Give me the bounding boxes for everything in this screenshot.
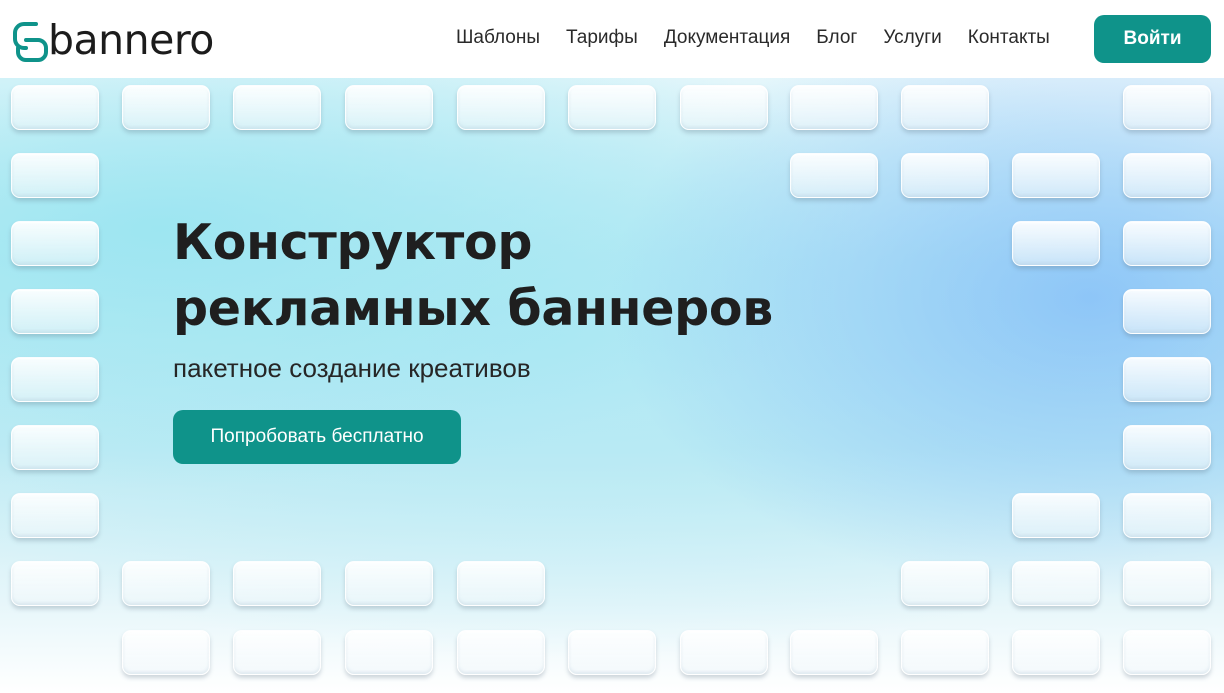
banner-tile — [1123, 630, 1211, 675]
banner-tile — [233, 561, 321, 606]
banner-tile — [568, 630, 656, 675]
banner-tile — [901, 561, 989, 606]
banner-tile — [11, 289, 99, 334]
nav-item-pricing[interactable]: Тарифы — [566, 24, 638, 52]
login-button[interactable]: Войти — [1094, 15, 1211, 63]
banner-tile — [790, 630, 878, 675]
page-subtitle: пакетное создание креативов — [173, 353, 531, 383]
page-title: Конструктор рекламных баннеров — [173, 210, 853, 342]
banner-tile — [1012, 153, 1100, 198]
banner-tile — [1123, 85, 1211, 130]
banner-tile — [1012, 561, 1100, 606]
banner-tile — [233, 85, 321, 130]
title-line-2: рекламных баннеров — [173, 280, 773, 337]
nav-item-docs[interactable]: Документация — [664, 24, 790, 52]
banner-tile — [457, 561, 545, 606]
banner-tile — [122, 85, 210, 130]
banner-tile — [457, 630, 545, 675]
banner-tile — [790, 85, 878, 130]
banner-tile — [11, 221, 99, 266]
banner-tile — [1123, 357, 1211, 402]
nav-item-templates[interactable]: Шаблоны — [456, 24, 540, 52]
logo[interactable]: bannero — [10, 14, 245, 66]
rounded-link-logo-icon — [10, 14, 50, 66]
banner-tile — [1123, 425, 1211, 470]
banner-tile — [1123, 289, 1211, 334]
banner-tile — [1012, 221, 1100, 266]
banner-tile — [680, 85, 768, 130]
banner-tile — [122, 630, 210, 675]
banner-tile — [11, 153, 99, 198]
banner-tile — [901, 153, 989, 198]
site-header: bannero Шаблоны Тарифы Документация Блог… — [0, 0, 1224, 78]
banner-tile — [901, 85, 989, 130]
banner-tile — [11, 357, 99, 402]
title-line-1: Конструктор — [173, 214, 533, 271]
banner-tile — [345, 85, 433, 130]
banner-tile — [1123, 561, 1211, 606]
banner-tile — [233, 630, 321, 675]
banner-tile — [790, 153, 878, 198]
banner-tile — [1123, 221, 1211, 266]
banner-tile — [11, 85, 99, 130]
try-free-button[interactable]: Попробовать бесплатно — [173, 410, 461, 464]
banner-tile — [680, 630, 768, 675]
banner-tile — [1012, 493, 1100, 538]
banner-tile — [11, 561, 99, 606]
banner-tile — [568, 85, 656, 130]
banner-tile — [11, 425, 99, 470]
banner-tile — [1123, 493, 1211, 538]
hero-section: Конструктор рекламных баннеров пакетное … — [173, 210, 853, 464]
banner-tile — [122, 561, 210, 606]
nav-item-services[interactable]: Услуги — [883, 24, 941, 52]
banner-tile — [345, 630, 433, 675]
nav-item-contacts[interactable]: Контакты — [968, 24, 1050, 52]
banner-tile — [901, 630, 989, 675]
banner-tile — [11, 493, 99, 538]
banner-tile — [457, 85, 545, 130]
banner-tile — [1123, 153, 1211, 198]
nav-item-blog[interactable]: Блог — [816, 24, 857, 52]
main-nav: Шаблоны Тарифы Документация Блог Услуги … — [456, 24, 1050, 52]
banner-tile — [1012, 630, 1100, 675]
banner-tile — [345, 561, 433, 606]
logo-text: bannero — [48, 15, 214, 64]
